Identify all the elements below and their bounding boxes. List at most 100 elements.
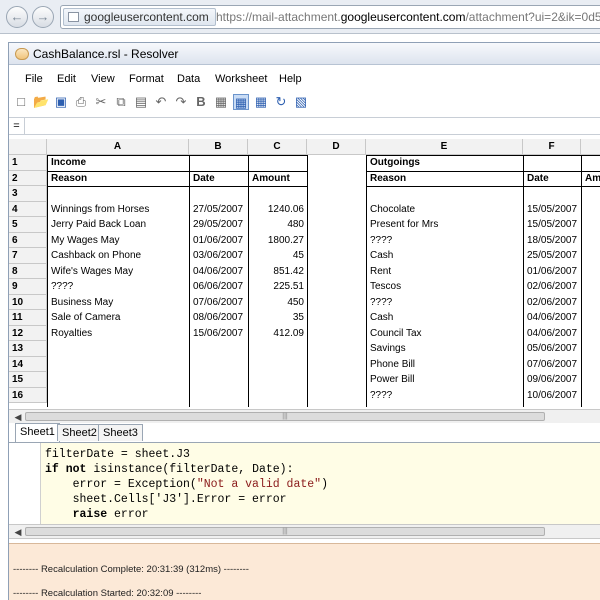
row-header[interactable]: 7 <box>9 248 47 264</box>
spreadsheet-grid[interactable]: A B C D E F 1 2 3 4 5 6 7 8 9 10 11 12 13 14 15 16 Inco… <box>9 139 600 407</box>
outgoing-reason-cell[interactable]: Cash <box>367 310 523 326</box>
bold-icon[interactable]: B <box>193 94 209 110</box>
row-header[interactable]: 9 <box>9 279 47 295</box>
income-reason-cell[interactable]: Winnings from Horses <box>48 202 189 218</box>
income-amount-cell[interactable]: 450 <box>249 295 307 311</box>
outgoing-reason-cell[interactable]: Phone Bill <box>367 357 523 373</box>
outgoing-reason-cell[interactable]: Rent <box>367 264 523 280</box>
outgoing-date-cell[interactable]: 15/05/2007 <box>524 202 581 218</box>
column-header-e[interactable]: E <box>366 139 523 155</box>
select-all-corner[interactable] <box>9 139 47 155</box>
income-reason-cell[interactable]: ???? <box>48 279 189 295</box>
row-header[interactable]: 6 <box>9 232 47 248</box>
income-amount-cell[interactable]: 35 <box>249 310 307 326</box>
outgoing-date-cell[interactable]: 25/05/2007 <box>524 248 581 264</box>
outgoing-reason-cell[interactable]: Tescos <box>367 279 523 295</box>
income-reason-cell[interactable]: Wife's Wages May <box>48 264 189 280</box>
table-icon[interactable]: ▦ <box>253 94 269 110</box>
column-header-d[interactable]: D <box>307 139 366 155</box>
menu-format[interactable]: Format <box>129 73 164 85</box>
income-reason-cell[interactable]: Cashback on Phone <box>48 248 189 264</box>
new-file-icon[interactable]: □ <box>13 94 29 110</box>
income-reason-cell[interactable]: Jerry Paid Back Loan <box>48 217 189 233</box>
income-amount-cell[interactable]: 1800.27 <box>249 233 307 249</box>
row-header[interactable]: 10 <box>9 294 47 310</box>
row-header[interactable]: 3 <box>9 186 47 202</box>
outgoing-reason-cell[interactable]: Power Bill <box>367 372 523 388</box>
menu-file[interactable]: File <box>25 73 43 85</box>
cut-icon[interactable]: ✂ <box>93 94 109 110</box>
income-title[interactable]: Income <box>48 155 248 171</box>
redo-icon[interactable]: ↷ <box>173 94 189 110</box>
tab-sheet1[interactable]: Sheet1 <box>15 423 60 442</box>
address-bar[interactable]: googleusercontent.com https://mail-attac… <box>60 5 600 29</box>
recalculate-icon[interactable]: ↻ <box>273 94 289 110</box>
menu-worksheet[interactable]: Worksheet <box>215 73 267 85</box>
row-header[interactable]: 11 <box>9 310 47 326</box>
grid-horizontal-scrollbar[interactable]: ◀ ||| <box>9 409 600 423</box>
outgoing-date-cell[interactable]: 02/06/2007 <box>524 295 581 311</box>
income-date-cell[interactable]: 27/05/2007 <box>190 202 248 218</box>
income-date-cell[interactable]: 29/05/2007 <box>190 217 248 233</box>
outgoings-header-amount[interactable]: Am <box>582 171 600 187</box>
income-reason-cell[interactable]: My Wages May <box>48 233 189 249</box>
url-text[interactable]: https://mail-attachment.googleuserconten… <box>216 10 600 24</box>
back-arrow-icon[interactable]: ← <box>6 6 28 28</box>
income-date-cell[interactable]: 08/06/2007 <box>190 310 248 326</box>
code-editor[interactable]: filterDate = sheet.J3 if not isinstance(… <box>9 443 600 525</box>
formula-bar[interactable]: = <box>9 117 600 135</box>
menu-view[interactable]: View <box>91 73 115 85</box>
income-reason-cell[interactable]: Sale of Camera <box>48 310 189 326</box>
row-header[interactable]: 8 <box>9 263 47 279</box>
editor-scroll-thumb[interactable]: ||| <box>25 527 545 536</box>
income-header-reason[interactable]: Reason <box>48 171 189 187</box>
column-header-f[interactable]: F <box>523 139 581 155</box>
menu-help[interactable]: Help <box>279 73 302 85</box>
outgoing-reason-cell[interactable]: ???? <box>367 295 523 311</box>
scroll-thumb[interactable]: ||| <box>25 412 545 421</box>
income-amount-cell[interactable]: 1240.06 <box>249 202 307 218</box>
menu-edit[interactable]: Edit <box>57 73 76 85</box>
row-header[interactable]: 13 <box>9 341 47 357</box>
outgoing-date-cell[interactable]: 01/06/2007 <box>524 264 581 280</box>
income-date-cell[interactable]: 04/06/2007 <box>190 264 248 280</box>
income-header-date[interactable]: Date <box>190 171 248 187</box>
income-date-cell[interactable]: 03/06/2007 <box>190 248 248 264</box>
grid-icon[interactable]: ▦ <box>213 94 229 110</box>
income-reason-cell[interactable]: Business May <box>48 295 189 311</box>
site-identity-badge[interactable]: googleusercontent.com <box>63 8 216 26</box>
outgoing-date-cell[interactable]: 07/06/2007 <box>524 357 581 373</box>
outgoing-date-cell[interactable]: 15/05/2007 <box>524 217 581 233</box>
cell-area[interactable]: Income Reason Date Amount Outgoings Reas… <box>47 155 600 407</box>
column-header-b[interactable]: B <box>189 139 248 155</box>
outgoing-reason-cell[interactable]: Cash <box>367 248 523 264</box>
outgoing-date-cell[interactable]: 04/06/2007 <box>524 326 581 342</box>
income-reason-cell[interactable]: Royalties <box>48 326 189 342</box>
income-date-cell[interactable]: 07/06/2007 <box>190 295 248 311</box>
open-folder-icon[interactable]: 📂 <box>33 94 49 110</box>
column-header-c[interactable]: C <box>248 139 307 155</box>
row-header[interactable]: 1 <box>9 155 47 171</box>
grid-view-icon[interactable]: ▦ <box>233 94 249 110</box>
row-header[interactable]: 16 <box>9 387 47 403</box>
tab-sheet2[interactable]: Sheet2 <box>57 424 102 441</box>
outgoings-title[interactable]: Outgoings <box>367 155 567 171</box>
outgoing-date-cell[interactable]: 02/06/2007 <box>524 279 581 295</box>
export-icon[interactable]: ▧ <box>293 94 309 110</box>
row-header[interactable]: 14 <box>9 356 47 372</box>
editor-scroll-left-icon[interactable]: ◀ <box>11 526 25 538</box>
row-header[interactable]: 5 <box>9 217 47 233</box>
copy-icon[interactable]: ⧉ <box>113 94 129 110</box>
forward-arrow-icon[interactable]: → <box>32 6 54 28</box>
outgoing-date-cell[interactable]: 05/06/2007 <box>524 341 581 357</box>
income-amount-cell[interactable]: 412.09 <box>249 326 307 342</box>
column-header-g[interactable] <box>581 139 600 155</box>
outgoing-date-cell[interactable]: 10/06/2007 <box>524 388 581 404</box>
print-icon[interactable]: ⎙ <box>73 94 89 110</box>
tab-sheet3[interactable]: Sheet3 <box>98 424 143 441</box>
outgoing-reason-cell[interactable]: ???? <box>367 388 523 404</box>
income-date-cell[interactable]: 01/06/2007 <box>190 233 248 249</box>
outgoing-date-cell[interactable]: 04/06/2007 <box>524 310 581 326</box>
scroll-left-icon[interactable]: ◀ <box>11 411 25 423</box>
income-amount-cell[interactable]: 225.51 <box>249 279 307 295</box>
